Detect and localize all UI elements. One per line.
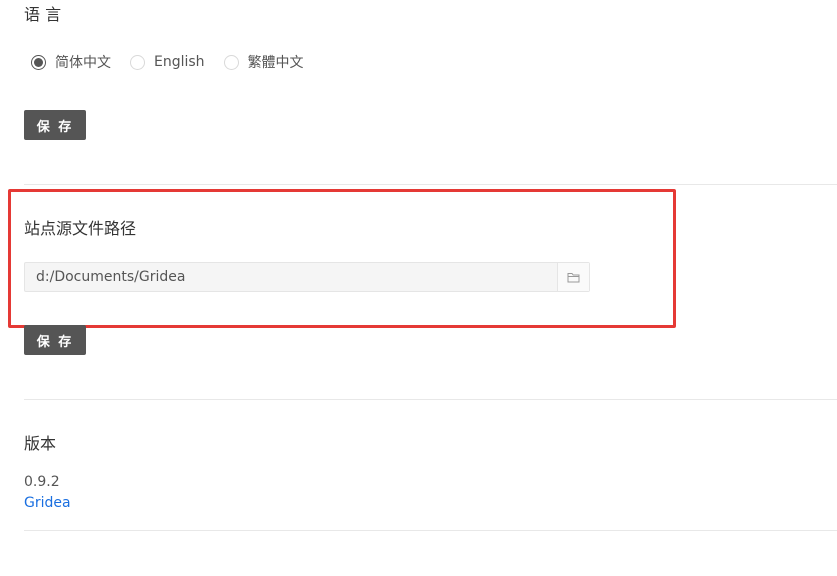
radio-button-checked[interactable] bbox=[31, 54, 46, 70]
radio-label: 繁體中文 bbox=[247, 55, 304, 71]
language-radio-group: 简体中文 English 繁體中文 bbox=[31, 51, 323, 73]
radio-label: 简体中文 bbox=[55, 55, 111, 71]
language-section-title: 语 言 bbox=[24, 5, 62, 24]
version-section-title: 版本 bbox=[24, 434, 57, 453]
source-path-save-button[interactable]: 保 存 bbox=[24, 325, 86, 355]
divider bbox=[24, 184, 837, 185]
version-number: 0.9.2 bbox=[24, 474, 60, 490]
language-option-simplified-chinese[interactable]: 简体中文 bbox=[31, 52, 111, 72]
radio-label: English bbox=[154, 54, 205, 70]
language-option-traditional-chinese[interactable]: 繁體中文 bbox=[223, 52, 304, 72]
radio-button[interactable] bbox=[130, 54, 145, 70]
divider bbox=[24, 530, 837, 531]
language-save-button[interactable]: 保 存 bbox=[24, 110, 86, 140]
divider bbox=[24, 399, 837, 400]
language-option-english[interactable]: English bbox=[130, 54, 205, 70]
gridea-link[interactable]: Gridea bbox=[24, 495, 71, 511]
highlight-box bbox=[8, 189, 676, 328]
radio-button[interactable] bbox=[223, 54, 239, 70]
